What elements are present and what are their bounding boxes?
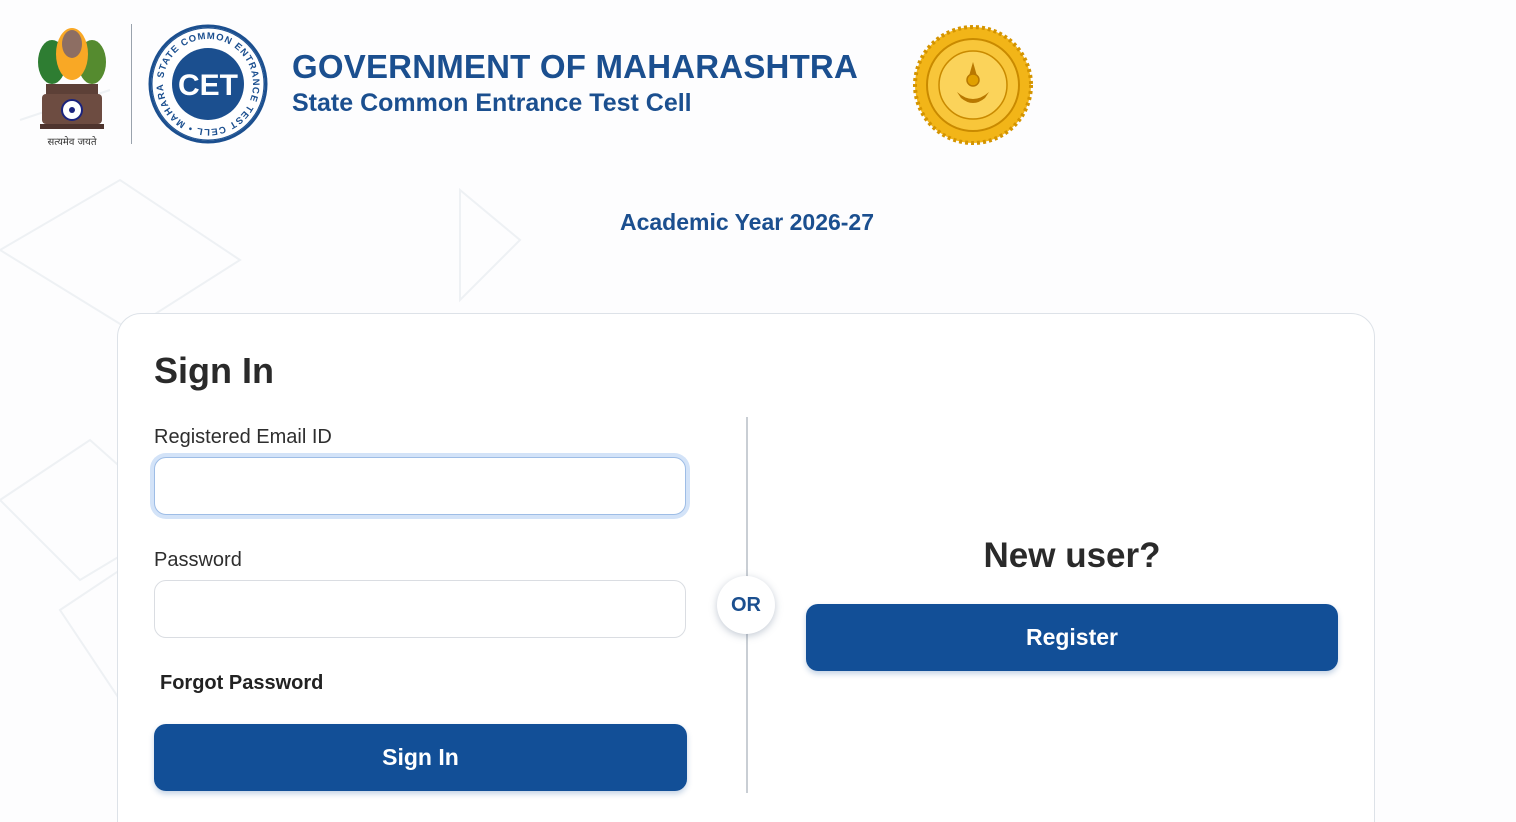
signin-card: Sign In Registered Email ID Password For… [117, 313, 1375, 822]
password-label: Password [154, 549, 242, 571]
cet-logo-icon: STATE COMMON ENTRANCE TEST CELL • MAHARA… [146, 24, 268, 144]
page: सत्यमेव जयते STATE COMMON ENTRANCE TEST … [0, 0, 1516, 822]
register-button[interactable]: Register [806, 604, 1338, 671]
header-divider [131, 24, 132, 144]
or-badge: OR [717, 576, 775, 634]
emblem-motto: सत्यमेव जयते [47, 137, 97, 148]
svg-text:CET: CET [178, 69, 238, 102]
password-input[interactable] [154, 580, 686, 638]
maharashtra-seal-icon [913, 25, 1033, 145]
academic-year-heading: Academic Year 2026-27 [619, 209, 875, 235]
new-user-prompt: New user? [983, 536, 1161, 575]
forgot-password-link[interactable]: Forgot Password [160, 672, 323, 695]
signin-button[interactable]: Sign In [154, 724, 687, 791]
government-title: GOVERNMENT OF MAHARASHTRA [292, 48, 858, 85]
national-emblem-icon [38, 28, 106, 129]
state-cet-cell-subtitle: State Common Entrance Test Cell [292, 89, 692, 117]
signin-heading: Sign In [154, 350, 274, 391]
email-label: Registered Email ID [154, 426, 332, 448]
email-input[interactable] [154, 457, 686, 515]
